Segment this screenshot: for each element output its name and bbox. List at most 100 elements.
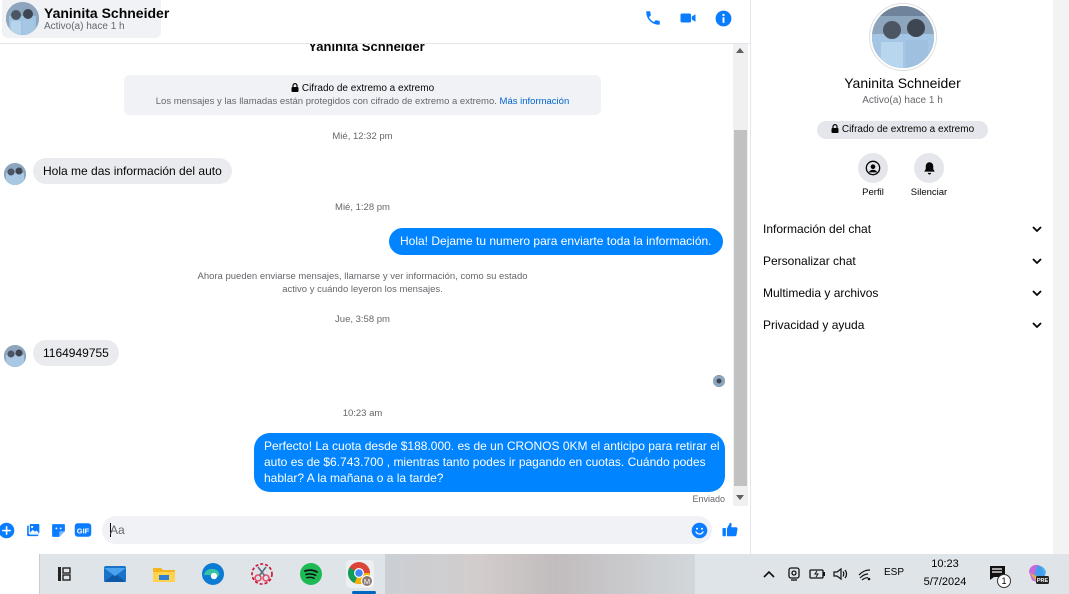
outgoing-message-bubble[interactable]: Perfecto! La cuota desde $188.000. es de… xyxy=(254,433,725,492)
thumbs-up-icon xyxy=(722,522,738,536)
encryption-badge: Cifrado de extremo a extremo xyxy=(817,121,988,139)
webcam-icon xyxy=(788,567,800,581)
mute-button[interactable] xyxy=(914,153,944,183)
info-icon xyxy=(715,10,731,26)
sticker-button[interactable] xyxy=(49,521,67,539)
smiley-icon xyxy=(691,522,707,538)
emoji-button[interactable] xyxy=(690,521,708,539)
person-icon xyxy=(865,160,881,176)
phone-icon xyxy=(646,11,660,25)
more-actions-button[interactable] xyxy=(0,521,15,539)
system-notice: Ahora pueden enviarse mensajes, llamarse… xyxy=(197,271,528,295)
messenger-window: Yaninita Schneider Activo(a) hace 1 h Ya… xyxy=(0,0,1069,594)
message-timestamp: Mié, 12:32 pm xyxy=(332,131,393,142)
edge-icon xyxy=(202,563,224,585)
message-thread[interactable]: Yaninita Schneider Cifrado de extremo a … xyxy=(0,44,733,506)
gif-icon: GIF xyxy=(74,523,92,537)
mail-icon xyxy=(104,566,126,582)
scroll-up-arrow[interactable] xyxy=(736,48,744,53)
thread-scrollbar[interactable] xyxy=(733,44,748,506)
copilot-button[interactable]: PRE xyxy=(1027,563,1049,585)
lock-icon xyxy=(291,83,299,92)
copilot-icon: PRE xyxy=(1029,564,1049,584)
learn-more-link[interactable]: Más información xyxy=(500,96,570,107)
meet-now-tray-button[interactable] xyxy=(785,565,803,583)
conversation-info-panel: Yaninita Schneider Activo(a) hace 1 h Ci… xyxy=(750,0,1053,554)
thread-title: Yaninita Schneider xyxy=(308,44,425,54)
like-button[interactable] xyxy=(721,520,739,538)
chat-pane: Yaninita Schneider Activo(a) hace 1 h Ya… xyxy=(0,0,750,554)
speaker-icon xyxy=(832,567,847,581)
clock-date[interactable]: 5/7/2024 xyxy=(916,576,974,588)
section-chat-info[interactable]: Información del chat xyxy=(763,220,1043,240)
outgoing-message-bubble[interactable]: Hola! Dejame tu numero para enviarte tod… xyxy=(389,228,723,255)
incoming-message-bubble[interactable]: 1164949755 xyxy=(33,340,119,366)
encryption-title: Cifrado de extremo a extremo xyxy=(301,83,435,94)
message-timestamp: 10:23 am xyxy=(342,408,383,419)
lock-icon xyxy=(831,124,839,133)
conversation-info-button[interactable] xyxy=(712,7,734,29)
bell-icon xyxy=(924,161,934,174)
chevron-down-icon xyxy=(1032,258,1042,265)
svg-text:PRE: PRE xyxy=(1037,578,1049,584)
scroll-thumb[interactable] xyxy=(734,130,747,486)
profile-label: Perfil xyxy=(862,187,884,198)
input-language-indicator[interactable]: ESP xyxy=(884,567,904,578)
wifi-icon xyxy=(858,569,871,581)
contact-header-button[interactable]: Yaninita Schneider Activo(a) hace 1 h xyxy=(2,0,169,38)
notification-count-badge: 1 xyxy=(997,574,1011,588)
scroll-down-arrow[interactable] xyxy=(736,495,744,500)
show-hidden-icons-button[interactable] xyxy=(760,565,778,583)
snipping-tool-button[interactable] xyxy=(248,560,276,588)
chevron-up-icon xyxy=(763,570,775,578)
task-view-button[interactable] xyxy=(50,560,78,588)
encryption-body: Los mensajes y las llamadas están proteg… xyxy=(155,96,497,107)
message-input[interactable] xyxy=(108,516,678,544)
section-customize-chat[interactable]: Personalizar chat xyxy=(763,252,1043,272)
folder-icon xyxy=(153,568,175,582)
file-explorer-button[interactable] xyxy=(150,560,178,588)
spotify-button[interactable] xyxy=(297,560,325,588)
info-contact-name: Yaninita Schneider xyxy=(844,75,961,91)
delivery-status: Enviado xyxy=(692,494,725,504)
contact-name: Yaninita Schneider xyxy=(44,5,170,21)
clock-time[interactable]: 10:23 xyxy=(916,558,974,570)
contact-avatar xyxy=(6,2,39,35)
sender-avatar xyxy=(4,163,26,185)
task-view-icon xyxy=(58,567,71,581)
mail-app-button[interactable] xyxy=(101,560,129,588)
chevron-down-icon xyxy=(1032,226,1042,233)
info-contact-status: Activo(a) hace 1 h xyxy=(862,95,943,106)
chevron-down-icon xyxy=(1032,322,1042,329)
profile-button[interactable] xyxy=(858,153,888,183)
window-edge xyxy=(1053,0,1069,554)
taskbar-search-box[interactable] xyxy=(0,554,40,594)
svg-text:GIF: GIF xyxy=(77,526,90,535)
video-camera-icon xyxy=(680,13,696,23)
info-avatar[interactable] xyxy=(870,4,936,70)
plus-circle-icon xyxy=(0,522,14,538)
video-call-button[interactable] xyxy=(677,7,699,29)
sticker-icon xyxy=(51,523,65,537)
incoming-message-bubble[interactable]: Hola me das información del auto xyxy=(33,158,232,184)
section-media-files[interactable]: Multimedia y archivos xyxy=(763,284,1043,304)
message-timestamp: Jue, 3:58 pm xyxy=(335,314,390,325)
message-timestamp: Mié, 1:28 pm xyxy=(335,202,390,213)
battery-icon xyxy=(808,569,825,579)
volume-tray-button[interactable] xyxy=(831,565,849,583)
message-composer: GIF xyxy=(0,506,750,554)
section-privacy-help[interactable]: Privacidad y ayuda xyxy=(763,316,1043,336)
sender-avatar xyxy=(4,345,26,367)
mute-label: Silenciar xyxy=(910,187,948,198)
spotify-icon xyxy=(300,563,322,585)
chrome-button[interactable]: M xyxy=(346,560,374,588)
voice-call-button[interactable] xyxy=(642,7,664,29)
contact-status: Activo(a) hace 1 h xyxy=(44,21,125,32)
wifi-tray-button[interactable] xyxy=(857,565,875,583)
windows-taskbar: M ESP 10:23 5/7/2024 1 PRE xyxy=(0,554,1069,594)
gif-button[interactable]: GIF xyxy=(74,521,92,539)
attach-media-button[interactable] xyxy=(24,521,42,539)
edge-browser-button[interactable] xyxy=(199,560,227,588)
gallery-icon xyxy=(26,522,40,536)
battery-tray-button[interactable] xyxy=(808,565,826,583)
